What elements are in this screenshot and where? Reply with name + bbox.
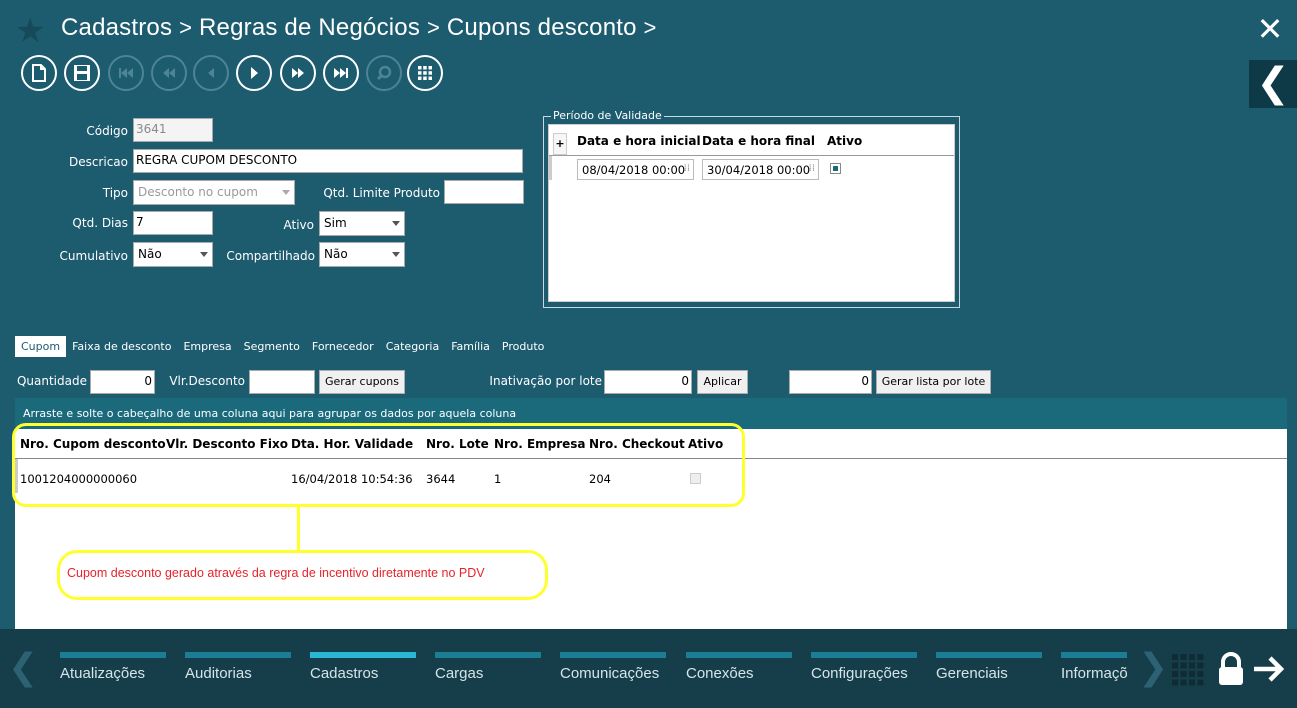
tab-categoria[interactable]: Categoria <box>380 336 446 357</box>
nav-comunicacoes[interactable]: Comunicações <box>560 652 666 682</box>
callout-text: Cupom desconto gerado através da regra d… <box>67 566 485 580</box>
nav-cadastros[interactable]: Cadastros <box>310 652 416 682</box>
logout-arrow-icon[interactable] <box>1252 655 1286 686</box>
col-data-final[interactable]: Data e hora final <box>702 134 815 148</box>
data-final-field[interactable]: 30/04/2018 00:00 ⁞⁞ <box>702 159 819 180</box>
cumulativo-value: Não <box>138 247 162 261</box>
periodo-grid: + Data e hora inicial Data e hora final … <box>548 124 955 302</box>
inativacao-label: Inativação por lote <box>489 374 602 388</box>
col-ativo[interactable]: Ativo <box>827 134 862 148</box>
chevron-down-icon <box>200 252 208 257</box>
chevron-down-icon <box>392 221 400 226</box>
lock-icon[interactable] <box>1216 652 1246 689</box>
tab-faixa-desconto[interactable]: Faixa de desconto <box>66 336 177 357</box>
tab-produto[interactable]: Produto <box>496 336 550 357</box>
row-indicator <box>549 156 552 180</box>
nav-configuracoes[interactable]: Configurações <box>811 652 917 682</box>
breadcrumb-cadastros[interactable]: Cadastros <box>61 14 172 41</box>
compartilhado-label: Compartilhado <box>226 249 315 263</box>
compartilhado-value: Não <box>324 247 348 261</box>
tipo-value: Desconto no cupom <box>138 185 258 199</box>
header-divider <box>549 155 954 156</box>
aplicar-button[interactable]: Aplicar <box>697 370 748 394</box>
previous-icon[interactable] <box>193 55 229 91</box>
qtd-dias-label: Qtd. Dias <box>72 216 128 230</box>
search-icon[interactable] <box>366 55 402 91</box>
tab-cupom[interactable]: Cupom <box>15 336 67 357</box>
chevron-down-icon <box>282 190 290 195</box>
nav-cargas[interactable]: Cargas <box>435 652 541 682</box>
quantidade-label: Quantidade <box>16 374 87 388</box>
lista-lote-field[interactable]: 0 <box>789 370 872 394</box>
col-data-inicial[interactable]: Data e hora inicial <box>577 134 701 148</box>
codigo-label: Código <box>86 124 128 138</box>
breadcrumb-cupons[interactable]: Cupons desconto <box>447 14 637 41</box>
new-document-icon[interactable] <box>21 55 57 91</box>
gerar-cupons-button[interactable]: Gerar cupons <box>319 370 405 394</box>
apps-grid-icon[interactable] <box>1172 654 1204 689</box>
inativacao-field[interactable]: 0 <box>604 370 692 394</box>
descricao-label: Descricao <box>68 155 128 169</box>
breadcrumb-separator: > <box>179 15 193 40</box>
nav-conexoes[interactable]: Conexões <box>686 652 792 682</box>
callout-line <box>297 507 300 550</box>
next-icon[interactable] <box>236 55 272 91</box>
highlight-frame <box>12 423 745 507</box>
calendar-icon[interactable]: ⁞⁞ <box>809 163 815 174</box>
qtd-limite-field[interactable] <box>444 180 524 204</box>
last-record-icon[interactable] <box>323 55 359 91</box>
tab-fornecedor[interactable]: Fornecedor <box>306 336 380 357</box>
save-icon[interactable] <box>64 55 100 91</box>
breadcrumb-separator: > <box>643 15 657 40</box>
vlr-desconto-field[interactable] <box>249 370 315 394</box>
tipo-label: Tipo <box>102 186 128 200</box>
ativo-value: Sim <box>324 216 347 230</box>
favorite-star-icon[interactable]: ★ <box>15 14 45 48</box>
calendar-icon[interactable]: ⁞⁞ <box>684 163 690 174</box>
tab-empresa[interactable]: Empresa <box>177 336 237 357</box>
data-inicial-value: 08/04/2018 00:00 <box>582 163 686 177</box>
rewind-icon[interactable] <box>151 55 187 91</box>
tab-segmento[interactable]: Segmento <box>238 336 306 357</box>
descricao-field[interactable]: REGRA CUPOM DESCONTO <box>133 149 523 173</box>
data-final-value: 30/04/2018 00:00 <box>707 163 811 177</box>
periodo-title: Período de Validade <box>551 109 664 122</box>
breadcrumb-separator: > <box>426 15 440 40</box>
quantidade-field[interactable]: 0 <box>90 370 155 394</box>
data-inicial-field[interactable]: 08/04/2018 00:00 ⁞⁞ <box>577 159 694 180</box>
cumulativo-select[interactable]: Não <box>133 242 213 267</box>
chevron-left-icon[interactable]: ❮ <box>1249 60 1297 108</box>
nav-auditorias[interactable]: Auditorias <box>185 652 291 682</box>
cumulativo-label: Cumulativo <box>59 249 128 263</box>
compartilhado-select[interactable]: Não <box>319 242 405 267</box>
qtd-limite-label: Qtd. Limite Produto <box>323 186 440 200</box>
add-row-button[interactable]: + <box>553 133 567 155</box>
breadcrumb-regras[interactable]: Regras de Negócios <box>199 14 420 41</box>
nav-informacoes[interactable]: Informações <box>1061 652 1127 682</box>
grid-menu-icon[interactable] <box>407 55 443 91</box>
tab-strip: Cupom Faixa de desconto Empresa Segmento… <box>15 336 550 357</box>
chevron-down-icon <box>392 252 400 257</box>
fast-forward-icon[interactable] <box>280 55 316 91</box>
first-record-icon[interactable] <box>108 55 144 91</box>
close-icon[interactable]: ✕ <box>1255 13 1285 45</box>
tab-familia[interactable]: Família <box>445 336 496 357</box>
chevron-right-icon[interactable]: ❯ <box>1138 648 1168 688</box>
ativo-select[interactable]: Sim <box>319 211 405 236</box>
codigo-field[interactable]: 3641 <box>133 118 213 142</box>
qtd-dias-field[interactable]: 7 <box>133 211 213 235</box>
vlr-desconto-label: Vlr.Desconto <box>169 374 245 388</box>
breadcrumb: Cadastros > Regras de Negócios > Cupons … <box>61 14 657 42</box>
gerar-lista-button[interactable]: Gerar lista por lote <box>876 370 991 394</box>
ativo-label: Ativo <box>283 218 314 232</box>
ativo-checkbox[interactable] <box>830 163 841 174</box>
nav-atualizacoes[interactable]: Atualizações <box>60 652 166 682</box>
tipo-select[interactable]: Desconto no cupom <box>133 180 295 205</box>
nav-gerenciais[interactable]: Gerenciais <box>936 652 1042 682</box>
chevron-left-icon[interactable]: ❮ <box>8 648 38 688</box>
